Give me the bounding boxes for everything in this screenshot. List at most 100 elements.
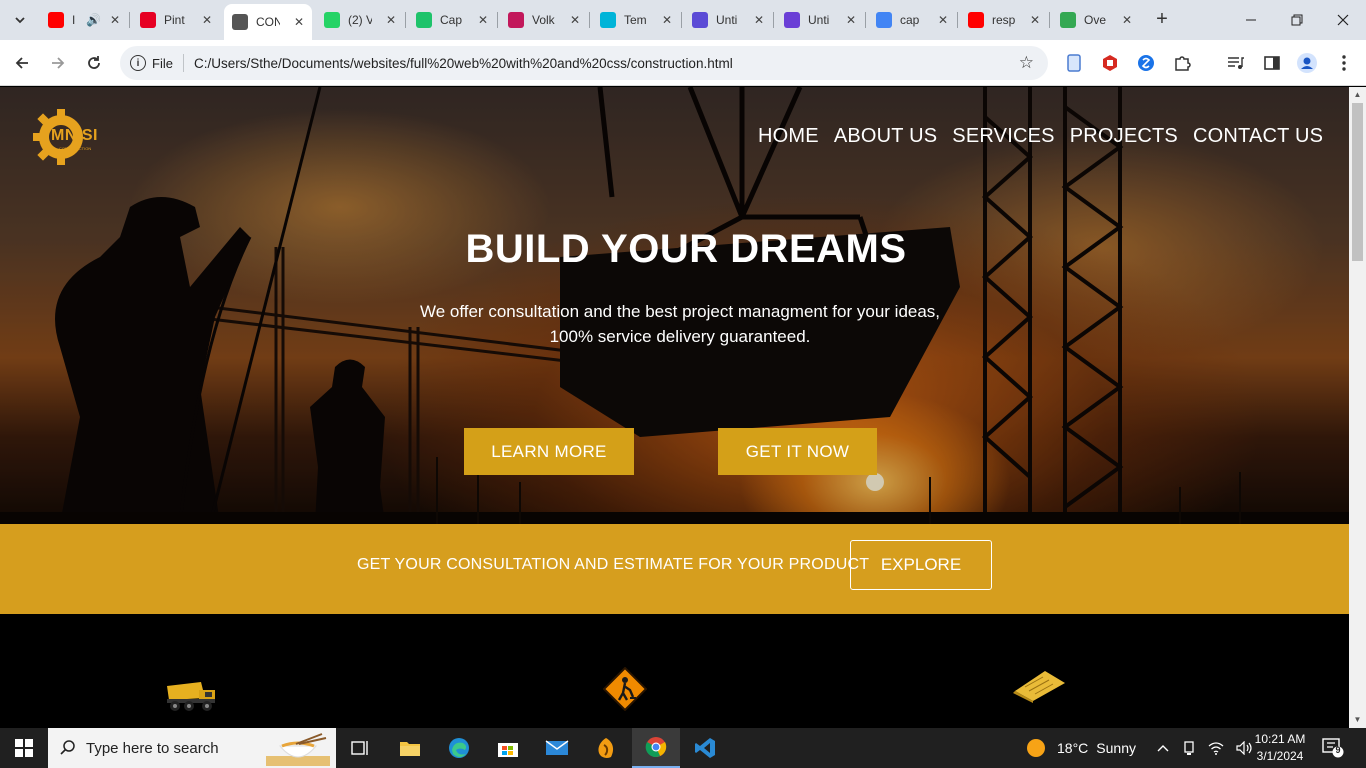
logo-text: MNISI xyxy=(51,127,98,144)
speaker-icon[interactable]: 🔊 xyxy=(86,13,101,27)
mail-button[interactable] xyxy=(533,728,581,768)
get-it-now-button[interactable]: GET IT NOW xyxy=(718,428,877,475)
tab-title: Cap xyxy=(440,13,463,27)
browser-menu-button[interactable] xyxy=(1333,52,1355,74)
tab-title: I xyxy=(72,13,76,27)
scroll-up-arrow-icon[interactable]: ▲ xyxy=(1349,87,1366,103)
close-tab-icon[interactable]: ✕ xyxy=(110,13,120,27)
back-button[interactable] xyxy=(9,50,35,76)
close-tab-icon[interactable]: ✕ xyxy=(1122,13,1132,27)
browser-tab[interactable]: CON ✕ xyxy=(224,4,312,40)
site-logo[interactable]: MNISI CONSTRUCTION xyxy=(33,109,113,165)
vscode-button[interactable] xyxy=(681,728,729,768)
clock-date: 3/1/2024 xyxy=(1256,749,1304,763)
heart-doc-icon xyxy=(784,12,800,28)
extensions-button[interactable] xyxy=(1171,52,1193,74)
nav-projects[interactable]: PROJECTS xyxy=(1070,125,1178,148)
taskbar-clock[interactable]: 10:21 AM 3/1/2024 xyxy=(1250,731,1310,765)
browser-tab[interactable]: Unti ✕ xyxy=(684,6,772,34)
browser-toolbar: i File C:/Users/Sthe/Documents/websites/… xyxy=(0,40,1366,86)
microsoft-store-button[interactable] xyxy=(484,728,532,768)
start-button[interactable] xyxy=(0,728,48,768)
file-explorer-button[interactable] xyxy=(386,728,434,768)
extension-button-3[interactable] xyxy=(1135,52,1157,74)
media-control-button[interactable] xyxy=(1225,52,1247,74)
main-nav: HOME ABOUT US SERVICES PROJECTS CONTACT … xyxy=(758,125,1323,148)
close-tab-icon[interactable]: ✕ xyxy=(570,13,580,27)
close-tab-icon[interactable]: ✕ xyxy=(478,13,488,27)
bookmark-star-icon[interactable]: ☆ xyxy=(1019,53,1034,73)
scrollbar-thumb[interactable] xyxy=(1352,103,1363,261)
arrow-right-icon xyxy=(52,57,65,69)
extension-button-2[interactable] xyxy=(1099,52,1121,74)
info-icon[interactable]: i xyxy=(130,55,146,71)
browser-tab[interactable]: Tem ✕ xyxy=(592,6,680,34)
chevron-up-icon[interactable] xyxy=(1156,743,1170,753)
system-tray xyxy=(1156,728,1254,768)
file-chip[interactable]: File xyxy=(152,56,173,71)
notification-center-button[interactable]: 9 xyxy=(1322,738,1344,758)
page-viewport: MNISI CONSTRUCTION HOME ABOUT US SERVICE… xyxy=(0,87,1349,728)
close-tab-icon[interactable]: ✕ xyxy=(202,13,212,27)
browser-tab[interactable]: cap ✕ xyxy=(868,6,956,34)
browser-tab[interactable]: resp ✕ xyxy=(960,6,1048,34)
side-panel-button[interactable] xyxy=(1261,52,1283,74)
reload-button[interactable] xyxy=(81,50,107,76)
forward-button[interactable] xyxy=(45,50,71,76)
folder-icon xyxy=(400,742,420,756)
url-text[interactable]: C:/Users/Sthe/Documents/websites/full%20… xyxy=(194,56,733,71)
youtube-icon xyxy=(48,12,64,28)
meet-now-icon[interactable] xyxy=(1182,740,1196,756)
restore-button[interactable] xyxy=(1274,0,1320,40)
browser-tab[interactable]: I 🔊 ✕ xyxy=(40,6,128,34)
edge-browser-button[interactable] xyxy=(435,728,483,768)
weather-widget[interactable]: 18°C Sunny xyxy=(1027,728,1136,768)
browser-tab[interactable]: Volk ✕ xyxy=(500,6,588,34)
nav-home[interactable]: HOME xyxy=(758,125,819,148)
taskbar-search[interactable]: Type here to search xyxy=(48,728,336,768)
close-tab-icon[interactable]: ✕ xyxy=(1030,13,1040,27)
address-bar[interactable]: i File C:/Users/Sthe/Documents/websites/… xyxy=(120,46,1048,80)
close-tab-icon[interactable]: ✕ xyxy=(938,13,948,27)
browser-tab[interactable]: Pint ✕ xyxy=(132,6,220,34)
chrome-button[interactable] xyxy=(632,728,680,768)
nav-contact-us[interactable]: CONTACT US xyxy=(1193,125,1323,148)
task-view-button[interactable] xyxy=(336,728,384,768)
close-tab-icon[interactable]: ✕ xyxy=(662,13,672,27)
tab-title: Ove xyxy=(1084,13,1107,27)
browser-tab[interactable]: (2) V ✕ xyxy=(316,6,404,34)
hero-subtitle-line-1: We offer consultation and the best proje… xyxy=(419,302,941,321)
weather-temp: 18°C xyxy=(1057,740,1089,756)
dump-truck-icon xyxy=(167,682,215,711)
nav-about-us[interactable]: ABOUT US xyxy=(834,125,937,148)
scroll-down-arrow-icon[interactable]: ▼ xyxy=(1349,712,1366,728)
close-tab-icon[interactable]: ✕ xyxy=(754,13,764,27)
fl-studio-button[interactable] xyxy=(582,728,630,768)
mail-icon xyxy=(545,740,569,755)
nav-services[interactable]: SERVICES xyxy=(952,125,1054,148)
browser-tab[interactable]: Unti ✕ xyxy=(776,6,864,34)
reload-icon xyxy=(88,56,100,69)
new-tab-button[interactable]: + xyxy=(1150,8,1174,32)
clock-time: 10:21 AM xyxy=(1254,732,1306,746)
profile-button[interactable] xyxy=(1296,52,1318,74)
tab-title: Unti xyxy=(716,13,738,27)
close-tab-icon[interactable]: ✕ xyxy=(386,13,396,27)
close-tab-icon[interactable]: ✕ xyxy=(294,15,304,29)
puzzle-icon xyxy=(1175,56,1191,71)
tab-separator xyxy=(129,12,130,28)
extension-button-1[interactable] xyxy=(1063,52,1085,74)
minimize-button[interactable] xyxy=(1228,0,1274,40)
browser-tab[interactable]: Cap ✕ xyxy=(408,6,496,34)
wifi-icon[interactable] xyxy=(1208,741,1224,755)
browser-tab[interactable]: Ove ✕ xyxy=(1052,6,1140,34)
tab-search-button[interactable] xyxy=(8,8,32,32)
learn-more-button[interactable]: LEARN MORE xyxy=(464,428,634,475)
close-window-button[interactable] xyxy=(1320,0,1366,40)
hero-subtitle: We offer consultation and the best proje… xyxy=(380,299,980,349)
whatsapp-icon xyxy=(324,12,340,28)
blueprint-plans-icon xyxy=(1013,671,1065,703)
explore-button[interactable]: EXPLORE xyxy=(850,540,992,590)
close-tab-icon[interactable]: ✕ xyxy=(846,13,856,27)
page-scrollbar[interactable]: ▲ ▼ xyxy=(1349,87,1366,728)
